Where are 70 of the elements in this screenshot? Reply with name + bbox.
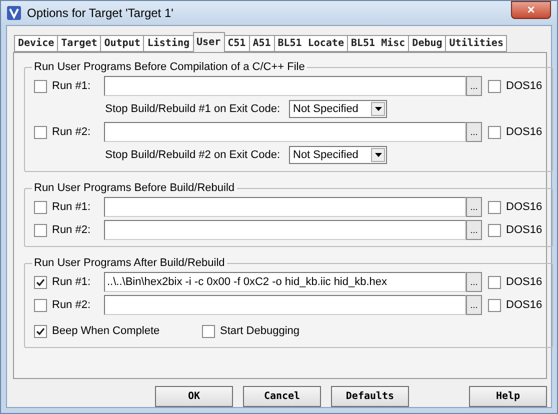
- tab[interactable]: Debug: [408, 35, 446, 52]
- tab[interactable]: Utilities: [445, 35, 508, 52]
- browse-button[interactable]: ...: [466, 295, 482, 315]
- window-title: Options for Target 'Target 1': [27, 6, 174, 20]
- browse-button[interactable]: ...: [466, 272, 482, 292]
- checkbox[interactable]: [34, 126, 47, 138]
- dropdown-button[interactable]: [371, 102, 385, 116]
- run-label: Run #2:: [52, 224, 92, 236]
- checkbox[interactable]: [488, 276, 501, 288]
- checkmark-icon: [36, 278, 45, 286]
- option-label: Beep When Complete: [52, 325, 161, 337]
- exit-code-dropdown[interactable]: Not Specified: [289, 100, 387, 118]
- tab[interactable]: A51: [248, 35, 275, 52]
- checkbox[interactable]: [488, 224, 501, 236]
- checkbox[interactable]: [34, 276, 47, 288]
- command-field[interactable]: [104, 197, 466, 217]
- dos16-label: DOS16: [506, 126, 542, 138]
- browse-button[interactable]: ...: [466, 220, 482, 240]
- app-icon: [7, 6, 21, 20]
- group-title: Run User Programs After Build/Rebuild: [33, 257, 226, 269]
- browse-button[interactable]: ...: [466, 197, 482, 217]
- checkmark-icon: [36, 326, 45, 336]
- tab[interactable]: BL51 Misc: [346, 35, 410, 52]
- dos16-label: DOS16: [506, 276, 542, 288]
- caret-icon: [374, 107, 382, 111]
- tab[interactable]: User: [192, 32, 225, 52]
- checkbox[interactable]: [488, 126, 501, 138]
- tab[interactable]: C51: [224, 35, 250, 52]
- browse-button[interactable]: ...: [466, 76, 482, 96]
- command-field[interactable]: [104, 76, 466, 96]
- tab[interactable]: Device: [14, 35, 58, 52]
- checkbox[interactable]: [488, 80, 501, 92]
- dropdown-button[interactable]: [371, 148, 385, 162]
- checkbox[interactable]: [34, 324, 47, 338]
- option-label: Start Debugging: [220, 325, 300, 337]
- exit-code-label: Stop Build/Rebuild #1 on Exit Code:: [104, 103, 281, 115]
- command-field[interactable]: [104, 122, 466, 142]
- exit-code-label: Stop Build/Rebuild #2 on Exit Code:: [104, 149, 281, 161]
- group-title: Run User Programs Before Compilation of a C/C++ File: [33, 61, 306, 73]
- checkbox[interactable]: [34, 200, 47, 214]
- dialog-button[interactable]: OK: [155, 386, 233, 407]
- checkbox[interactable]: [202, 324, 215, 338]
- dos16-label: DOS16: [506, 201, 542, 213]
- browse-button[interactable]: ...: [466, 122, 482, 142]
- tab[interactable]: Listing: [143, 35, 194, 52]
- tab[interactable]: Output: [100, 35, 144, 52]
- dialog-button[interactable]: Cancel: [243, 386, 321, 407]
- command-field[interactable]: [104, 220, 466, 240]
- dos16-label: DOS16: [506, 80, 542, 92]
- tab[interactable]: Target: [57, 35, 102, 52]
- checkbox[interactable]: [488, 298, 501, 312]
- exit-code-dropdown[interactable]: Not Specified: [289, 146, 387, 164]
- run-label: Run #1:: [52, 201, 92, 213]
- checkbox[interactable]: [34, 80, 47, 92]
- command-field[interactable]: ..\..\Bin\hex2bix -i -c 0x00 -f 0xC2 -o hid_kb.iic hid_kb.hex: [104, 272, 466, 292]
- run-label: Run #2:: [52, 126, 92, 138]
- caret-icon: [374, 153, 382, 157]
- dialog-button[interactable]: Help: [469, 386, 547, 407]
- checkbox[interactable]: [34, 224, 47, 236]
- checkbox[interactable]: [34, 298, 47, 312]
- dialog-button[interactable]: Defaults: [331, 386, 409, 407]
- dos16-label: DOS16: [506, 224, 542, 236]
- run-label: Run #2:: [52, 299, 92, 311]
- tab[interactable]: BL51 Locate: [274, 35, 348, 52]
- checkbox[interactable]: [488, 200, 501, 214]
- command-field[interactable]: [104, 295, 466, 315]
- dos16-label: DOS16: [506, 299, 542, 311]
- run-label: Run #1:: [52, 276, 92, 288]
- run-label: Run #1:: [52, 80, 92, 92]
- group-title: Run User Programs Before Build/Rebuild: [33, 182, 236, 194]
